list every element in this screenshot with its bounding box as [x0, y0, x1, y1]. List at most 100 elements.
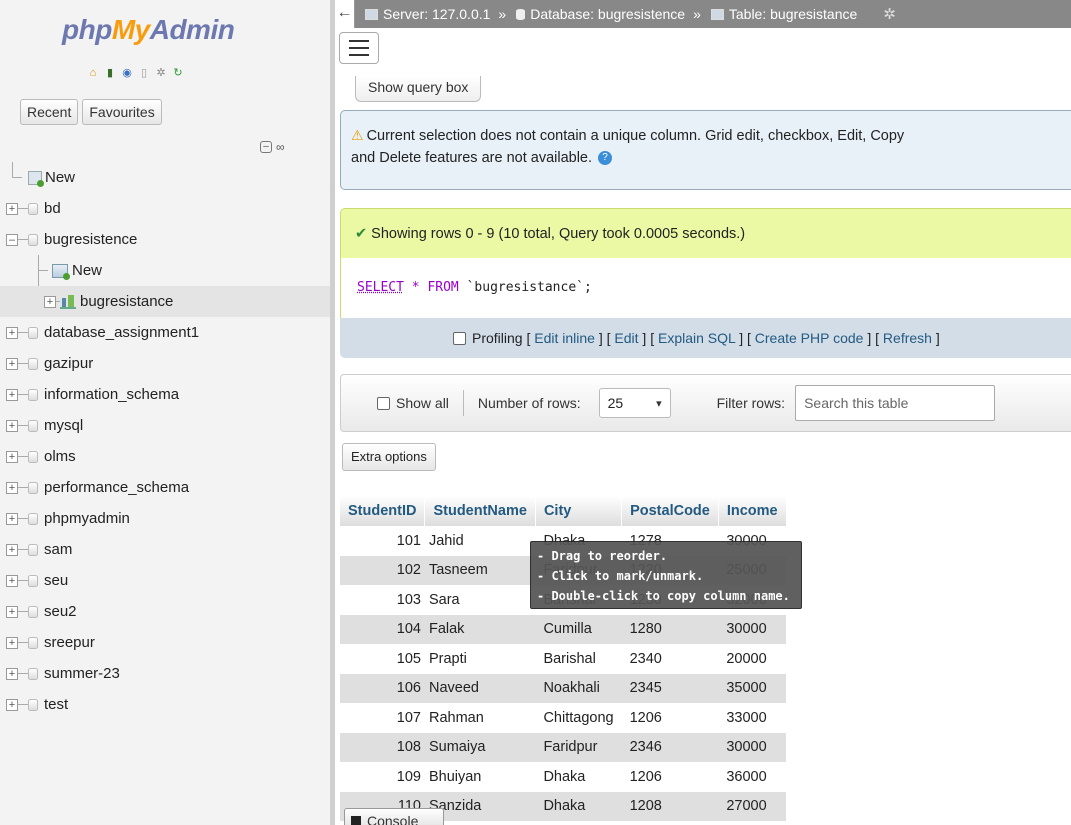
- expand-icon[interactable]: +: [6, 698, 18, 711]
- cell-postalcode[interactable]: 2346: [622, 733, 719, 763]
- column-header-studentname[interactable]: StudentName: [424, 496, 536, 526]
- cell-postalcode[interactable]: 1208: [622, 792, 719, 822]
- cell-city[interactable]: Noakhali: [535, 674, 621, 704]
- table-row[interactable]: 109 Bhuiyan Dhaka 1206 36000: [340, 762, 787, 792]
- reload-icon[interactable]: ↻: [171, 66, 185, 80]
- expand-icon[interactable]: +: [6, 388, 18, 401]
- show-all-checkbox[interactable]: [377, 396, 390, 410]
- table-row[interactable]: 107 Rahman Chittagong 1206 33000: [340, 703, 787, 733]
- breadcrumb-table[interactable]: Table: bugresistance: [710, 6, 857, 22]
- cell-postalcode[interactable]: 1280: [622, 615, 719, 645]
- expand-icon[interactable]: +: [6, 450, 18, 463]
- expand-icon[interactable]: +: [6, 481, 18, 494]
- docs-icon[interactable]: ▯: [137, 66, 151, 80]
- column-header-studentid[interactable]: StudentID: [340, 496, 426, 526]
- tree-item-db[interactable]: + summer-23: [0, 658, 330, 689]
- back-arrow-icon[interactable]: ←: [335, 0, 355, 28]
- cell-studentname[interactable]: Bhuiyan: [425, 762, 535, 792]
- link-with-main-icon[interactable]: ∞: [276, 140, 285, 154]
- cell-studentname[interactable]: Rahman: [425, 703, 535, 733]
- home-icon[interactable]: ⌂: [86, 66, 100, 80]
- tree-item-db[interactable]: + seu2: [0, 596, 330, 627]
- cell-city[interactable]: Faridpur: [535, 733, 621, 763]
- tree-item-db[interactable]: + test: [0, 689, 330, 720]
- cell-studentid[interactable]: 101: [340, 526, 425, 556]
- cell-city[interactable]: Barishal: [535, 644, 621, 674]
- show-all-control[interactable]: Show all: [377, 395, 449, 411]
- recent-tab[interactable]: Recent: [20, 99, 79, 125]
- column-header-postalcode[interactable]: PostalCode: [621, 496, 719, 526]
- cell-studentid[interactable]: 105: [340, 644, 425, 674]
- table-structure-icon[interactable]: [60, 294, 76, 309]
- cell-studentid[interactable]: 108: [340, 733, 425, 763]
- rows-per-page-select[interactable]: 25 ▾: [598, 388, 671, 418]
- expand-icon[interactable]: +: [6, 636, 18, 649]
- expand-icon[interactable]: +: [6, 202, 18, 215]
- profiling-checkbox[interactable]: [453, 332, 466, 345]
- cell-income[interactable]: 30000: [718, 615, 786, 645]
- cell-income[interactable]: 30000: [718, 733, 786, 763]
- sql-keyword-select[interactable]: SELECT: [357, 280, 404, 295]
- extra-options-button[interactable]: Extra options: [342, 443, 436, 471]
- cell-city[interactable]: Cumilla: [535, 615, 621, 645]
- tree-item-db[interactable]: + database_assignment1: [0, 317, 330, 348]
- expand-icon[interactable]: +: [44, 295, 56, 308]
- tree-item-db[interactable]: + olms: [0, 441, 330, 472]
- filter-rows-input[interactable]: Search this table: [795, 385, 996, 421]
- expand-icon[interactable]: +: [6, 667, 18, 680]
- tree-item-db[interactable]: + sreepur: [0, 627, 330, 658]
- cell-income[interactable]: 33000: [718, 703, 786, 733]
- cell-studentid[interactable]: 106: [340, 674, 425, 704]
- cell-city[interactable]: Chittagong: [535, 703, 621, 733]
- table-row[interactable]: 105 Prapti Barishal 2340 20000: [340, 644, 787, 674]
- expand-icon[interactable]: +: [6, 543, 18, 556]
- table-row[interactable]: 108 Sumaiya Faridpur 2346 30000: [340, 732, 787, 763]
- collapse-all-icon[interactable]: –: [260, 141, 272, 153]
- expand-icon[interactable]: +: [6, 512, 18, 525]
- tree-item-new[interactable]: New: [0, 162, 330, 193]
- tree-item-db[interactable]: + phpmyadmin: [0, 503, 330, 534]
- expand-icon[interactable]: +: [6, 574, 18, 587]
- breadcrumb-database[interactable]: Database: bugresistence: [516, 6, 685, 22]
- cell-income[interactable]: 35000: [718, 674, 786, 704]
- cell-studentname[interactable]: Prapti: [425, 644, 535, 674]
- edit-inline-link[interactable]: Edit inline: [534, 330, 595, 346]
- cell-studentname[interactable]: Naveed: [425, 674, 535, 704]
- edit-link[interactable]: Edit: [614, 330, 638, 346]
- help-icon[interactable]: ◉: [120, 66, 134, 80]
- cell-postalcode[interactable]: 2340: [622, 644, 719, 674]
- cell-city[interactable]: Dhaka: [535, 762, 621, 792]
- column-header-income[interactable]: Income: [718, 496, 787, 526]
- column-header-city[interactable]: City: [535, 496, 623, 526]
- tree-item-db[interactable]: + gazipur: [0, 348, 330, 379]
- cell-income[interactable]: 36000: [718, 762, 786, 792]
- table-row[interactable]: 104 Falak Cumilla 1280 30000: [340, 614, 787, 645]
- tree-item-new-table[interactable]: New: [0, 255, 330, 286]
- cell-studentid[interactable]: 102: [340, 556, 425, 586]
- cell-studentid[interactable]: 109: [340, 762, 425, 792]
- show-query-box-button[interactable]: Show query box: [355, 76, 482, 102]
- expand-icon[interactable]: +: [6, 419, 18, 432]
- cell-postalcode[interactable]: 2345: [622, 674, 719, 704]
- cell-studentname[interactable]: Jahid: [425, 526, 535, 556]
- favourites-tab[interactable]: Favourites: [82, 99, 162, 125]
- table-row[interactable]: 106 Naveed Noakhali 2345 35000: [340, 673, 787, 704]
- breadcrumb-server[interactable]: Server: 127.0.0.1: [365, 6, 490, 22]
- cell-city[interactable]: Dhaka: [535, 792, 621, 822]
- exit-icon[interactable]: ▮: [103, 66, 117, 80]
- cell-studentid[interactable]: 103: [340, 585, 425, 615]
- tree-item-db[interactable]: + information_schema: [0, 379, 330, 410]
- help-icon[interactable]: ?: [598, 151, 613, 166]
- hamburger-menu-button[interactable]: [339, 32, 379, 64]
- expand-icon[interactable]: +: [6, 605, 18, 618]
- cell-studentid[interactable]: 107: [340, 703, 425, 733]
- cell-postalcode[interactable]: 1206: [622, 762, 719, 792]
- cell-postalcode[interactable]: 1206: [622, 703, 719, 733]
- tree-item-db[interactable]: + seu: [0, 565, 330, 596]
- tree-item-db[interactable]: + sam: [0, 534, 330, 565]
- phpmyadmin-logo[interactable]: phpMyAdmin: [62, 14, 235, 46]
- gear-icon[interactable]: ✲: [883, 5, 896, 23]
- explain-sql-link[interactable]: Explain SQL: [658, 330, 735, 346]
- tree-item-table-bugresistance[interactable]: + bugresistance: [0, 286, 330, 317]
- refresh-link[interactable]: Refresh: [883, 330, 932, 346]
